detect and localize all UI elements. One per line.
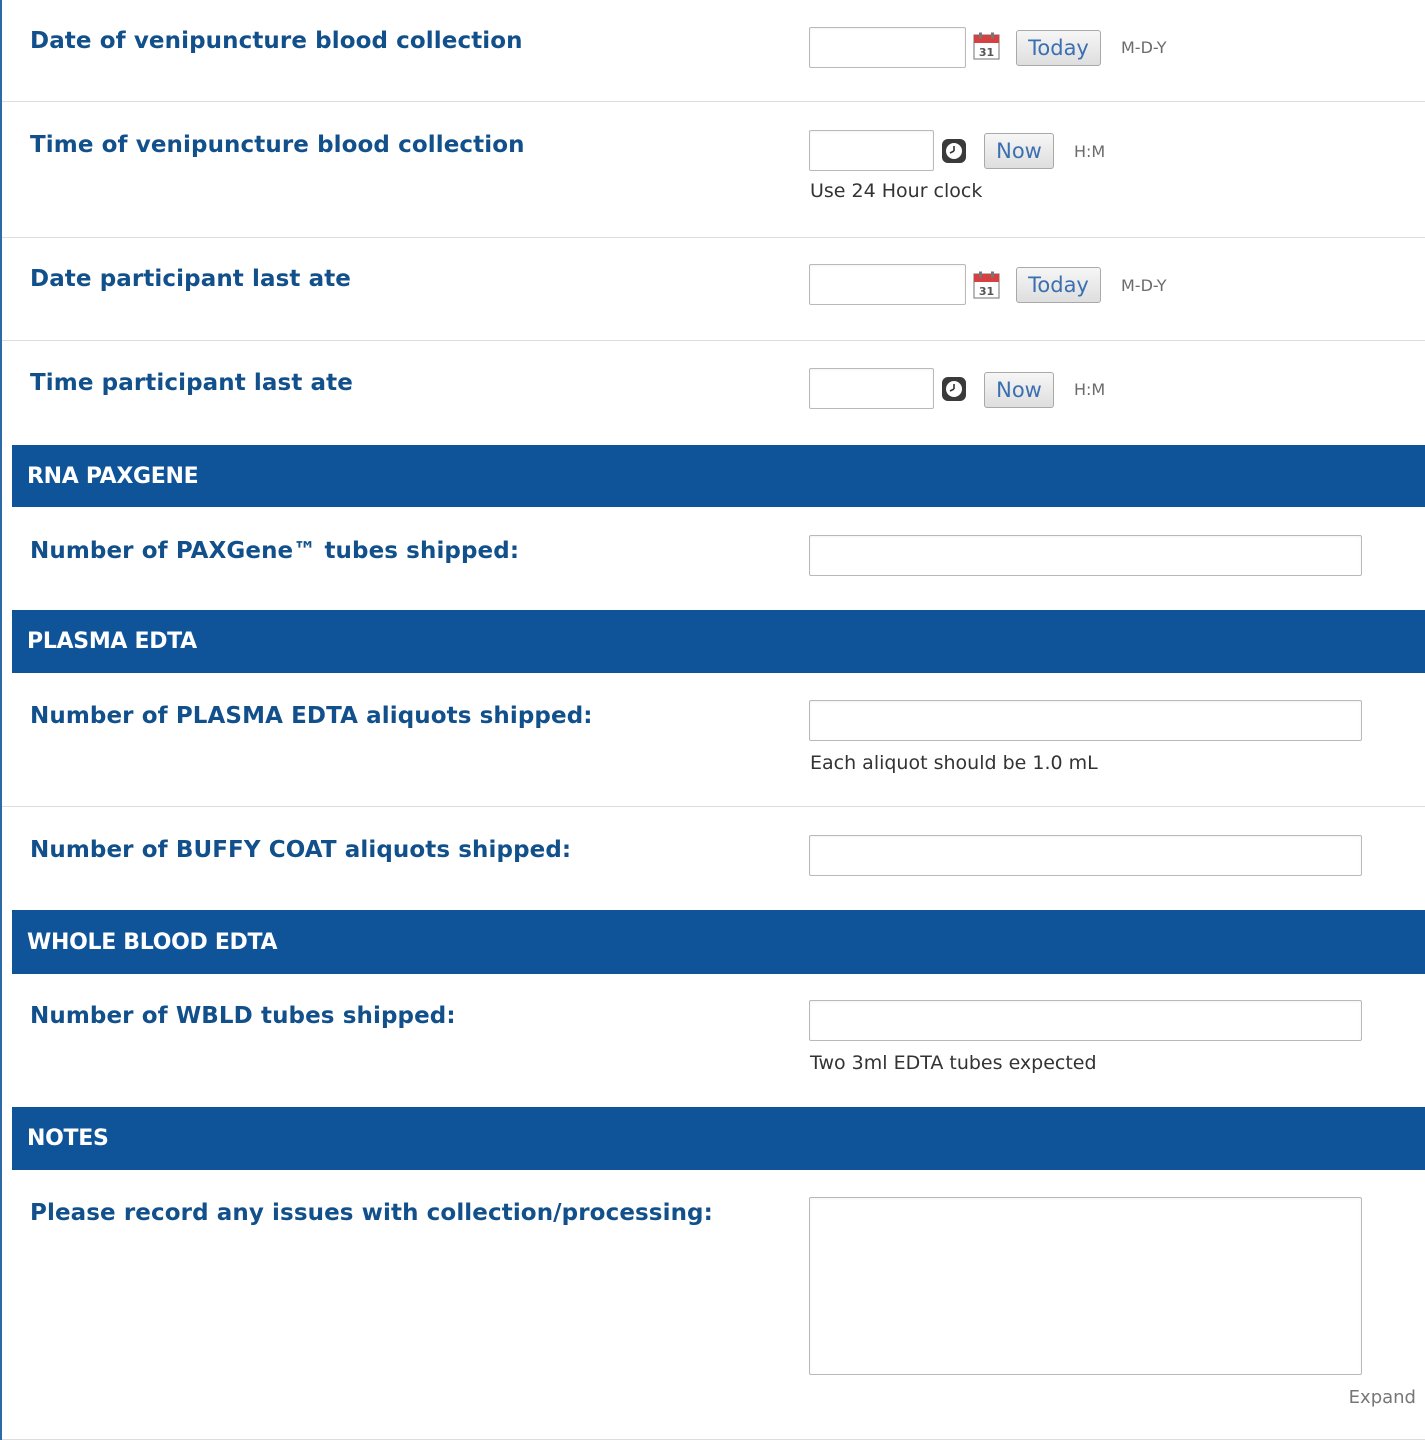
wbld-tubes-input[interactable] [809, 1000, 1362, 1041]
plasma-aliquots-row: Number of PLASMA EDTA aliquots shipped: … [2, 673, 1425, 807]
paxgene-tubes-input[interactable] [809, 535, 1362, 576]
calendar-icon[interactable]: 31 [973, 32, 1000, 60]
venipuncture-time-input[interactable] [809, 130, 934, 171]
clock-icon[interactable] [941, 376, 967, 402]
wbld-tubes-label: Number of WBLD tubes shipped: [30, 1003, 456, 1029]
section-header-whole-blood-edta: WHOLE BLOOD EDTA [12, 910, 1425, 974]
venipuncture-time-row: Time of venipuncture blood collection No… [2, 102, 1425, 238]
section-header-plasma-edta: PLASMA EDTA [12, 610, 1425, 673]
last-ate-date-label: Date participant last ate [30, 266, 352, 292]
wbld-tubes-row: Number of WBLD tubes shipped: Two 3ml ED… [2, 974, 1425, 1107]
svg-text:31: 31 [979, 285, 994, 298]
svg-text:31: 31 [979, 46, 994, 59]
section-header-notes: NOTES [12, 1107, 1425, 1170]
today-button[interactable]: Today [1016, 30, 1101, 66]
clock-note: Use 24 Hour clock [810, 180, 983, 202]
today-button[interactable]: Today [1016, 267, 1101, 303]
venipuncture-date-label: Date of venipuncture blood collection [30, 28, 523, 54]
wbld-tubes-note: Two 3ml EDTA tubes expected [810, 1052, 1097, 1074]
paxgene-tubes-label: Number of PAXGene™ tubes shipped: [30, 538, 520, 564]
date-format-hint: M-D-Y [1121, 38, 1167, 57]
paxgene-tubes-row: Number of PAXGene™ tubes shipped: [2, 507, 1425, 610]
plasma-aliquots-label: Number of PLASMA EDTA aliquots shipped: [30, 703, 593, 729]
last-ate-time-label: Time participant last ate [30, 370, 353, 396]
last-ate-time-input[interactable] [809, 368, 934, 409]
date-format-hint: M-D-Y [1121, 276, 1167, 295]
issues-textarea[interactable] [809, 1197, 1362, 1375]
plasma-aliquots-note: Each aliquot should be 1.0 mL [810, 752, 1098, 774]
section-header-rna-paxgene: RNA PAXGENE [12, 445, 1425, 507]
venipuncture-time-label: Time of venipuncture blood collection [30, 132, 525, 158]
buffy-coat-input[interactable] [809, 835, 1362, 876]
data-entry-form: Date of venipuncture blood collection 31… [0, 0, 1425, 1440]
buffy-coat-row: Number of BUFFY COAT aliquots shipped: [2, 807, 1425, 910]
venipuncture-date-row: Date of venipuncture blood collection 31… [2, 0, 1425, 102]
clock-icon[interactable] [941, 138, 967, 164]
calendar-icon[interactable]: 31 [973, 271, 1000, 299]
last-ate-time-row: Time participant last ate Now H:M [2, 341, 1425, 445]
buffy-coat-label: Number of BUFFY COAT aliquots shipped: [30, 837, 572, 863]
plasma-aliquots-input[interactable] [809, 700, 1362, 741]
time-format-hint: H:M [1074, 142, 1106, 161]
now-button[interactable]: Now [984, 372, 1054, 408]
time-format-hint: H:M [1074, 380, 1106, 399]
last-ate-date-row: Date participant last ate 31 Today M-D-Y [2, 238, 1425, 341]
now-button[interactable]: Now [984, 133, 1054, 169]
last-ate-date-input[interactable] [809, 264, 966, 305]
issues-label: Please record any issues with collection… [30, 1200, 713, 1226]
venipuncture-date-input[interactable] [809, 27, 966, 68]
issues-row: Please record any issues with collection… [2, 1170, 1425, 1440]
expand-link[interactable]: Expand [1349, 1387, 1416, 1408]
